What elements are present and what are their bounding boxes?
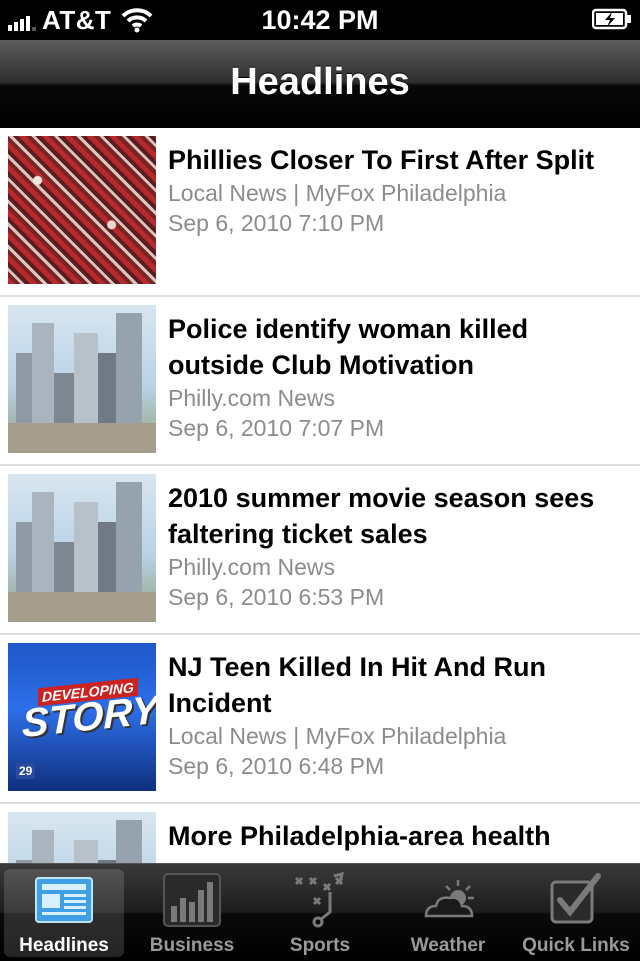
news-text: NJ Teen Killed In Hit And Run Incident L… (168, 649, 630, 781)
news-item[interactable]: Phillies Closer To First After Split Loc… (0, 128, 640, 297)
navigation-bar: Headlines (0, 40, 640, 129)
news-date: Sep 6, 2010 7:07 PM (168, 415, 385, 441)
news-item[interactable]: More Philadelphia-area health (0, 804, 640, 863)
news-source: Local News | MyFox Philadelphia (168, 723, 507, 749)
tab-label: Sports (289, 935, 351, 956)
news-date: Sep 6, 2010 6:53 PM (168, 584, 385, 610)
tab-bar: Headlines Business Sports Weather Quick … (0, 863, 640, 961)
newspaper-icon (35, 877, 93, 923)
tab-weather[interactable]: Weather (384, 864, 512, 961)
tab-label: Weather (410, 935, 486, 956)
news-thumbnail-crowd (8, 136, 156, 284)
tab-label: Quick Links (522, 935, 630, 956)
news-headline: 2010 summer movie season sees faltering … (168, 483, 595, 549)
news-thumbnail-city (8, 474, 156, 622)
bar-chart-icon (163, 873, 221, 927)
news-thumbnail-developing-story: DEVELOPING STORY 29 (8, 643, 156, 791)
battery-charging-icon (592, 8, 631, 30)
checkbox-icon (550, 873, 601, 924)
page-title: Headlines (230, 61, 410, 103)
news-text: More Philadelphia-area health (168, 818, 630, 854)
tab-label: Headlines (19, 935, 109, 956)
tab-sports[interactable]: Sports (256, 864, 384, 961)
news-headline: Phillies Closer To First After Split (168, 145, 595, 175)
cloud-sun-icon (424, 880, 474, 918)
news-thumbnail-city (8, 812, 156, 863)
news-source: Philly.com News (168, 554, 335, 580)
tab-business[interactable]: Business (128, 864, 256, 961)
news-list[interactable]: Phillies Closer To First After Split Loc… (0, 128, 640, 863)
news-item[interactable]: DEVELOPING STORY 29 NJ Teen Killed In Hi… (0, 635, 640, 804)
news-thumbnail-city (8, 305, 156, 453)
thumbnail-channel-badge: 29 (16, 763, 36, 779)
tab-label: Business (149, 935, 235, 956)
tab-headlines[interactable]: Headlines (0, 864, 128, 961)
news-source: Local News | MyFox Philadelphia (168, 180, 507, 206)
news-text: Police identify woman killed outside Clu… (168, 311, 630, 443)
news-headline: NJ Teen Killed In Hit And Run Incident (168, 652, 546, 718)
news-text: 2010 summer movie season sees faltering … (168, 480, 630, 612)
status-time: 10:42 PM (261, 5, 379, 35)
news-headline: More Philadelphia-area health (168, 821, 551, 851)
news-text: Phillies Closer To First After Split Loc… (168, 142, 630, 238)
status-bar: AT&T 10:42 PM (0, 0, 640, 40)
news-item[interactable]: 2010 summer movie season sees faltering … (0, 466, 640, 635)
news-date: Sep 6, 2010 6:48 PM (168, 753, 385, 779)
news-item[interactable]: Police identify woman killed outside Clu… (0, 297, 640, 466)
news-source: Philly.com News (168, 385, 335, 411)
news-date: Sep 6, 2010 7:10 PM (168, 210, 385, 236)
playbook-icon (294, 872, 345, 928)
tab-quick-links[interactable]: Quick Links (512, 864, 640, 961)
news-headline: Police identify woman killed outside Clu… (168, 314, 529, 380)
